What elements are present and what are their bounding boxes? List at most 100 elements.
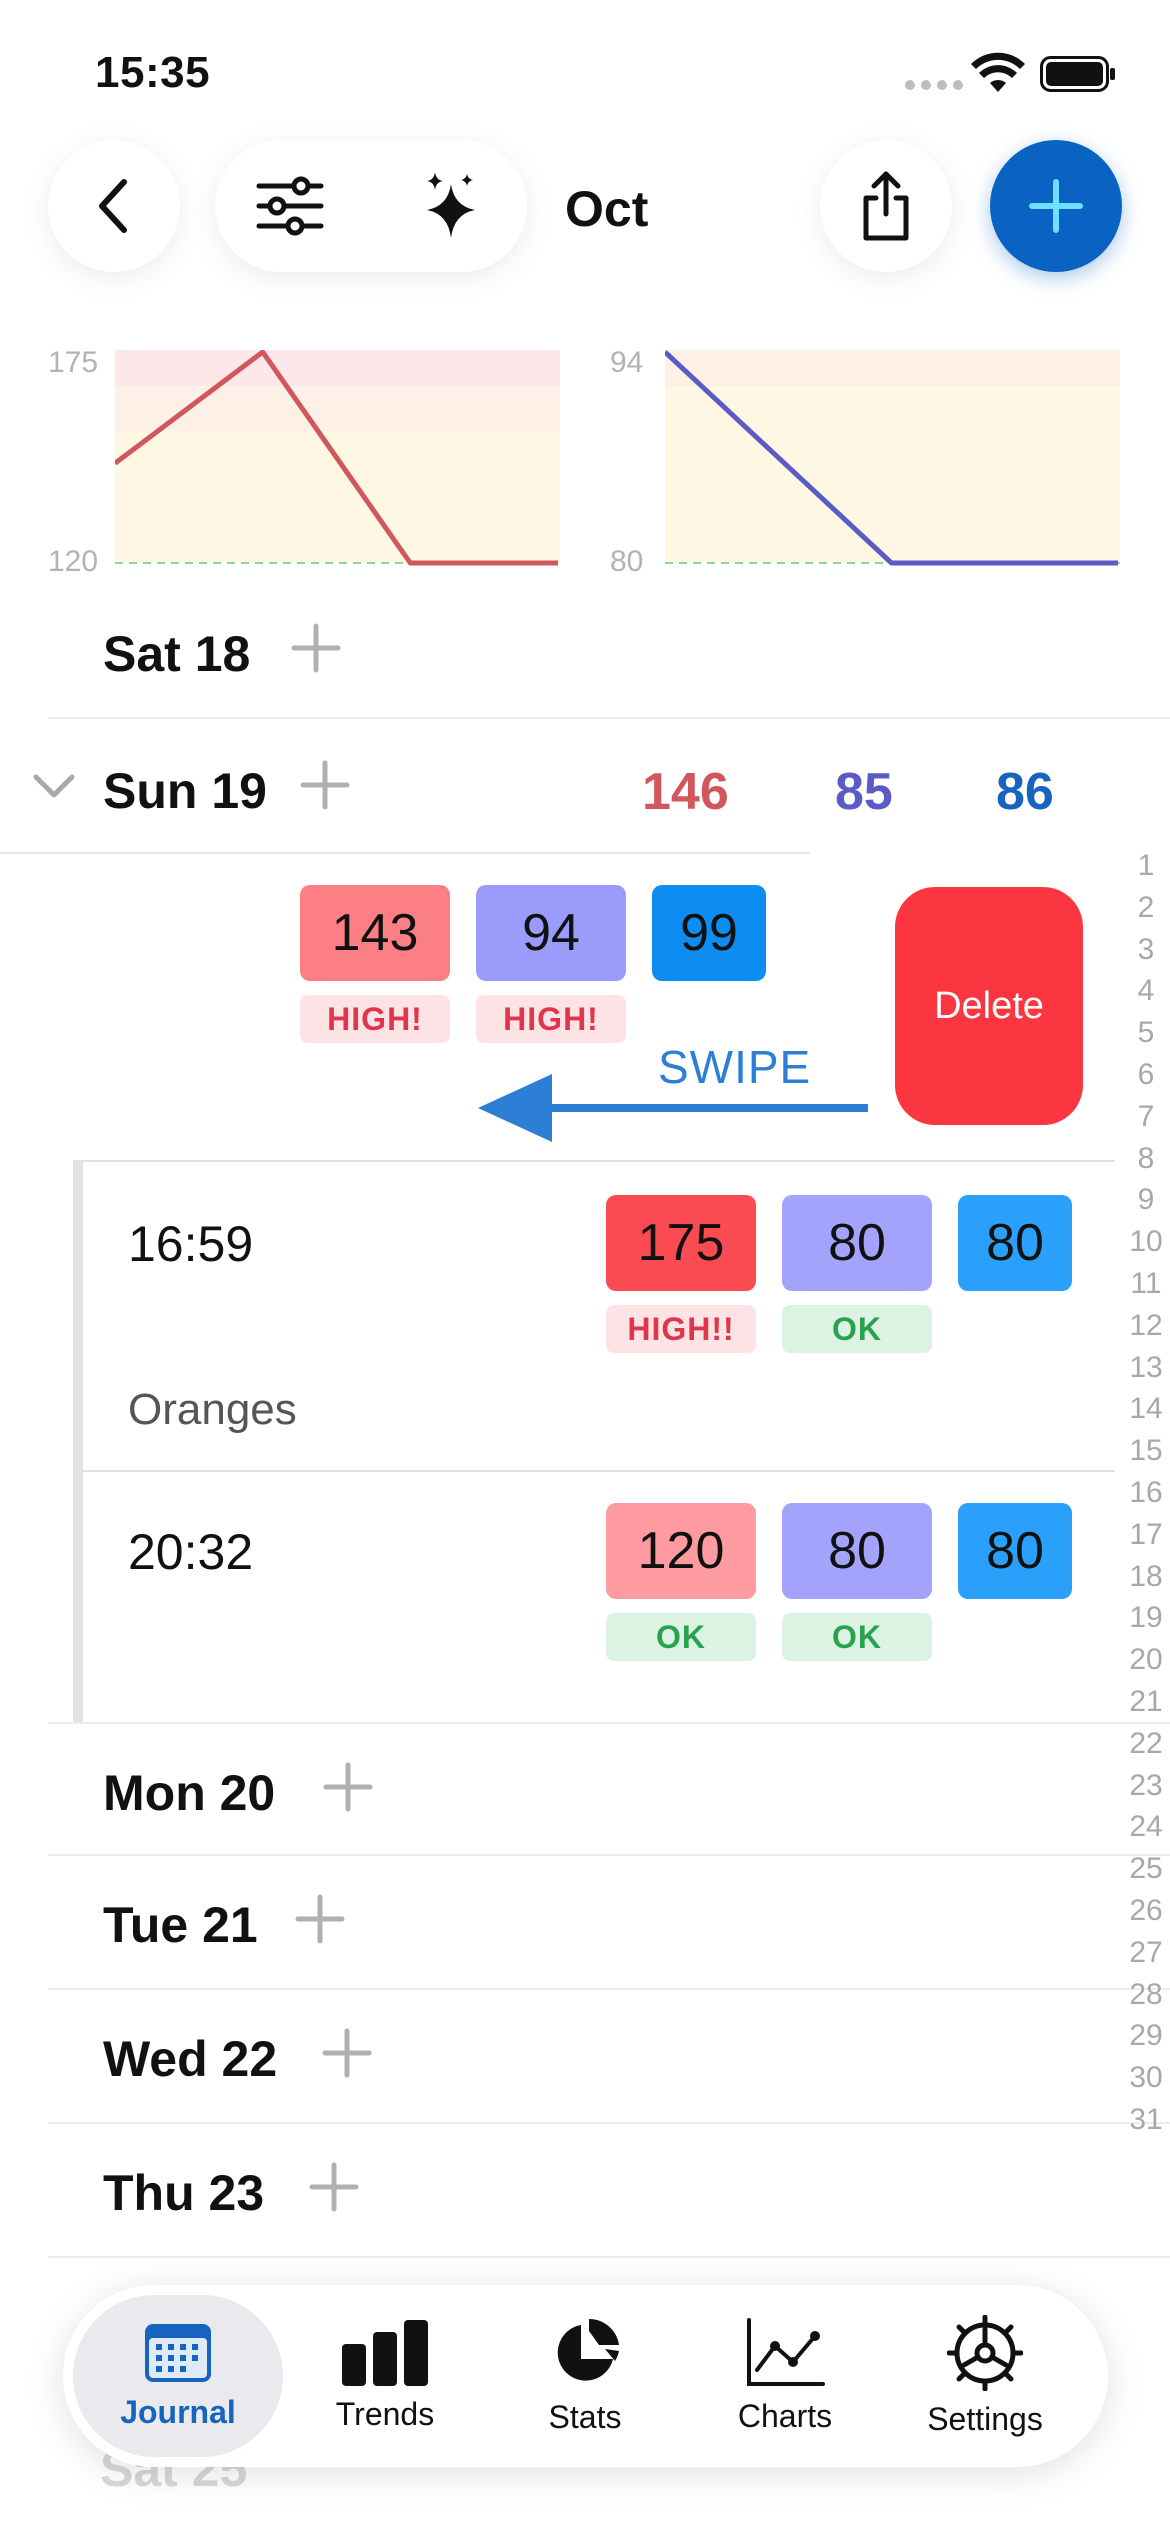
day-index-item[interactable]: 30	[1125, 2057, 1167, 2099]
systolic-mini-chart[interactable]: 175 120	[48, 340, 563, 580]
day-index-item[interactable]: 11	[1125, 1263, 1167, 1305]
day-index-item[interactable]: 18	[1125, 1556, 1167, 1598]
tab-stats[interactable]: Stats	[480, 2295, 690, 2457]
day-index-item[interactable]: 10	[1125, 1221, 1167, 1263]
day-row-mon20[interactable]: Mon 20	[48, 1722, 1170, 1856]
tab-label: Trends	[335, 2395, 435, 2432]
day-index-item[interactable]: 14	[1125, 1388, 1167, 1430]
day-index-item[interactable]: 12	[1125, 1305, 1167, 1347]
systolic-value: 120	[606, 1503, 756, 1599]
month-title: Oct	[565, 181, 649, 237]
day-index-item[interactable]: 5	[1125, 1012, 1167, 1054]
range-band	[665, 350, 1120, 387]
day-index-item[interactable]: 23	[1125, 1765, 1167, 1807]
day-index-item[interactable]: 1	[1125, 845, 1167, 887]
pie-chart-icon	[557, 2318, 619, 2381]
day-index-item[interactable]: 15	[1125, 1430, 1167, 1472]
day-label: Mon 20	[103, 1765, 276, 1821]
day-index-item[interactable]: 31	[1125, 2099, 1167, 2141]
sliders-icon	[256, 176, 324, 236]
day-index-scrubber[interactable]: 1 2 3 4 5 6 7 8 9 10 11 12 13 14 15 16 17 18 19 20 21 22 23 24 2…	[1125, 845, 1167, 2141]
day-row-thu23[interactable]: Thu 23	[48, 2124, 1170, 2258]
status-bar: 15:35	[0, 0, 1170, 140]
pulse-value: 80	[958, 1503, 1072, 1599]
y-min-label: 80	[610, 545, 644, 578]
day-index-item[interactable]: 16	[1125, 1472, 1167, 1514]
day-index-item[interactable]: 6	[1125, 1054, 1167, 1096]
bar-chart-icon	[342, 2319, 428, 2386]
diastolic-value: 80	[782, 1195, 932, 1291]
ai-insights-button[interactable]	[375, 140, 525, 272]
systolic-status-badge: HIGH!!	[606, 1305, 756, 1353]
avg-systolic: 146	[642, 763, 729, 821]
add-plus-icon[interactable]	[300, 760, 350, 810]
day-index-item[interactable]: 20	[1125, 1639, 1167, 1681]
back-button[interactable]	[48, 140, 180, 272]
add-plus-icon[interactable]	[322, 2028, 372, 2078]
day-index-item[interactable]: 26	[1125, 1890, 1167, 1932]
line-chart-icon	[747, 2317, 825, 2386]
add-plus-icon[interactable]	[295, 1894, 345, 1944]
day-index-item[interactable]: 25	[1125, 1848, 1167, 1890]
cellular-signal-icon	[905, 80, 963, 90]
tab-label: Charts	[737, 2397, 833, 2434]
day-index-item[interactable]: 28	[1125, 1974, 1167, 2016]
divider	[83, 1470, 1115, 1472]
delete-button[interactable]: Delete	[895, 887, 1083, 1125]
add-plus-icon[interactable]	[323, 1762, 373, 1812]
tab-trends[interactable]: Trends	[280, 2295, 490, 2457]
diastolic-status-badge: OK	[782, 1305, 932, 1353]
day-row-sat18[interactable]: Sat 18	[48, 585, 1170, 719]
chevron-down-icon[interactable]	[32, 772, 76, 800]
systolic-status-badge: OK	[606, 1613, 756, 1661]
range-band	[115, 430, 560, 563]
diastolic-value: 80	[782, 1503, 932, 1599]
filter-button[interactable]	[215, 140, 365, 272]
tab-label: Journal	[120, 2393, 236, 2430]
day-index-item[interactable]: 27	[1125, 1932, 1167, 1974]
tab-label: Settings	[927, 2400, 1043, 2437]
filter-toolbar	[215, 140, 527, 272]
day-index-item[interactable]: 19	[1125, 1597, 1167, 1639]
diastolic-mini-chart[interactable]: 94 80	[600, 340, 1122, 580]
entry-note: Oranges	[128, 1385, 297, 1434]
day-index-item[interactable]: 17	[1125, 1514, 1167, 1556]
day-index-item[interactable]: 7	[1125, 1096, 1167, 1138]
day-index-item[interactable]: 4	[1125, 970, 1167, 1012]
day-label: Sun 19	[103, 763, 267, 819]
y-max-label: 175	[48, 346, 99, 379]
tab-settings[interactable]: Settings	[880, 2295, 1090, 2457]
y-min-label: 120	[48, 545, 99, 578]
pulse-value: 80	[958, 1195, 1072, 1291]
battery-icon	[1040, 56, 1115, 92]
tab-charts[interactable]: Charts	[680, 2295, 890, 2457]
day-label: Tue 21	[103, 1897, 258, 1953]
share-icon	[863, 171, 909, 241]
day-row-tue21[interactable]: Tue 21	[48, 1856, 1170, 1990]
y-max-label: 94	[610, 346, 644, 379]
day-index-item[interactable]: 8	[1125, 1138, 1167, 1180]
tab-journal[interactable]: Journal	[73, 2295, 283, 2457]
swipe-arrow-icon	[478, 1074, 868, 1142]
entry-time: 20:32	[128, 1524, 254, 1580]
diastolic-chart-plot	[665, 350, 1120, 566]
add-plus-icon[interactable]	[291, 623, 341, 673]
day-index-item[interactable]: 29	[1125, 2015, 1167, 2057]
day-index-item[interactable]: 9	[1125, 1179, 1167, 1221]
day-index-item[interactable]: 24	[1125, 1806, 1167, 1848]
day-index-item[interactable]: 2	[1125, 887, 1167, 929]
day-index-item[interactable]: 22	[1125, 1723, 1167, 1765]
day-index-item[interactable]: 3	[1125, 929, 1167, 971]
share-button[interactable]	[820, 140, 952, 272]
day-row-wed22[interactable]: Wed 22	[48, 1990, 1170, 2124]
day-index-item[interactable]: 13	[1125, 1347, 1167, 1389]
add-entry-button[interactable]	[990, 140, 1122, 272]
add-plus-icon[interactable]	[309, 2162, 359, 2212]
tab-label: Stats	[548, 2398, 622, 2435]
day-index-item[interactable]: 21	[1125, 1681, 1167, 1723]
avg-pulse: 86	[996, 763, 1054, 821]
day-label: Wed 22	[103, 2031, 278, 2087]
diastolic-status-badge: OK	[782, 1613, 932, 1661]
tab-bar: Journal Trends Stats Charts Settings	[63, 2285, 1108, 2467]
plus-icon	[1029, 179, 1083, 233]
